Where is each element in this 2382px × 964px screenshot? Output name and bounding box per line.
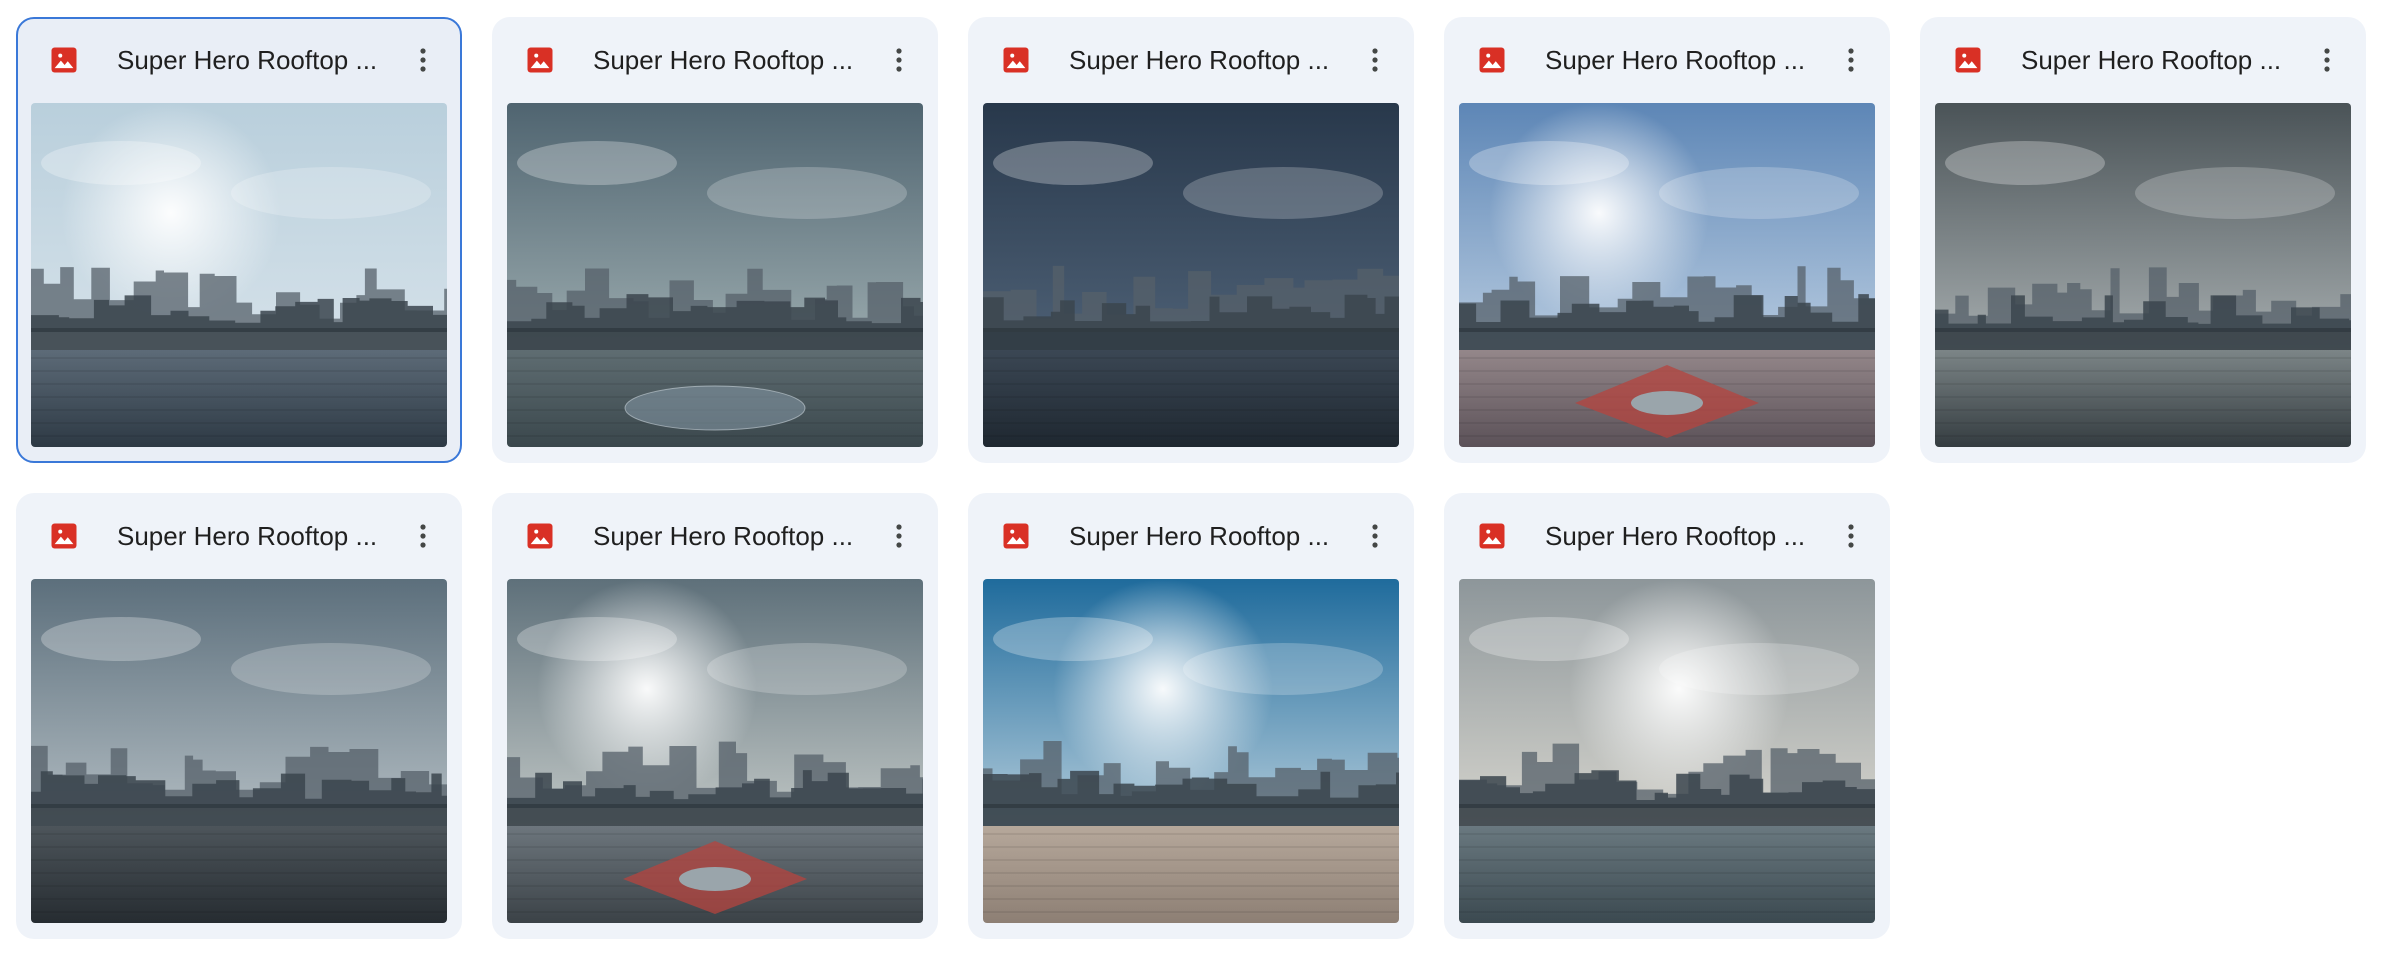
file-card[interactable]: Super Hero Rooftop ... [968, 493, 1414, 939]
more-vert-icon [896, 524, 902, 548]
file-card[interactable]: Super Hero Rooftop ... [492, 17, 938, 463]
more-vert-icon [420, 524, 426, 548]
image-file-icon [49, 45, 79, 75]
image-file-icon [1477, 521, 1507, 551]
file-name: Super Hero Rooftop ... [2021, 45, 2282, 75]
file-card-header: Super Hero Rooftop ... [16, 493, 462, 579]
file-card[interactable]: Super Hero Rooftop ... [1920, 17, 2366, 463]
image-thumbnail[interactable] [507, 579, 923, 923]
image-thumbnail[interactable] [983, 103, 1399, 447]
file-name: Super Hero Rooftop ... [117, 45, 378, 75]
file-grid: Super Hero Rooftop ... Super Hero Roofto… [16, 17, 2366, 939]
file-card[interactable]: Super Hero Rooftop ... [1444, 493, 1890, 939]
image-thumbnail[interactable] [1459, 579, 1875, 923]
more-options-button[interactable] [879, 40, 919, 80]
file-card-header: Super Hero Rooftop ... [1444, 493, 1890, 579]
more-vert-icon [896, 48, 902, 72]
file-card[interactable]: Super Hero Rooftop ... [968, 17, 1414, 463]
file-card[interactable]: Super Hero Rooftop ... [16, 493, 462, 939]
file-name: Super Hero Rooftop ... [117, 521, 378, 551]
more-vert-icon [420, 48, 426, 72]
file-card-header: Super Hero Rooftop ... [492, 17, 938, 103]
file-card-header: Super Hero Rooftop ... [492, 493, 938, 579]
image-thumbnail[interactable] [1935, 103, 2351, 447]
more-vert-icon [1848, 524, 1854, 548]
file-name: Super Hero Rooftop ... [1069, 45, 1330, 75]
image-file-icon [1001, 45, 1031, 75]
file-card-header: Super Hero Rooftop ... [968, 493, 1414, 579]
more-vert-icon [1372, 524, 1378, 548]
more-options-button[interactable] [2307, 40, 2347, 80]
image-file-icon [1477, 45, 1507, 75]
file-name: Super Hero Rooftop ... [1545, 521, 1806, 551]
more-options-button[interactable] [1831, 40, 1871, 80]
more-options-button[interactable] [403, 516, 443, 556]
image-file-icon [525, 45, 555, 75]
more-options-button[interactable] [1355, 516, 1395, 556]
file-card[interactable]: Super Hero Rooftop ... [1444, 17, 1890, 463]
file-name: Super Hero Rooftop ... [593, 521, 854, 551]
file-card-header: Super Hero Rooftop ... [1920, 17, 2366, 103]
image-file-icon [1953, 45, 1983, 75]
file-name: Super Hero Rooftop ... [1069, 521, 1330, 551]
more-vert-icon [1848, 48, 1854, 72]
more-options-button[interactable] [879, 516, 919, 556]
file-card[interactable]: Super Hero Rooftop ... [492, 493, 938, 939]
more-vert-icon [1372, 48, 1378, 72]
image-thumbnail[interactable] [507, 103, 923, 447]
image-file-icon [49, 521, 79, 551]
image-thumbnail[interactable] [1459, 103, 1875, 447]
image-file-icon [1001, 521, 1031, 551]
file-name: Super Hero Rooftop ... [593, 45, 854, 75]
file-card-header: Super Hero Rooftop ... [968, 17, 1414, 103]
more-vert-icon [2324, 48, 2330, 72]
more-options-button[interactable] [1355, 40, 1395, 80]
file-name: Super Hero Rooftop ... [1545, 45, 1806, 75]
more-options-button[interactable] [1831, 516, 1871, 556]
file-card[interactable]: Super Hero Rooftop ... [16, 17, 462, 463]
file-card-header: Super Hero Rooftop ... [1444, 17, 1890, 103]
more-options-button[interactable] [403, 40, 443, 80]
image-thumbnail[interactable] [31, 103, 447, 447]
image-thumbnail[interactable] [31, 579, 447, 923]
image-file-icon [525, 521, 555, 551]
file-card-header: Super Hero Rooftop ... [16, 17, 462, 103]
image-thumbnail[interactable] [983, 579, 1399, 923]
